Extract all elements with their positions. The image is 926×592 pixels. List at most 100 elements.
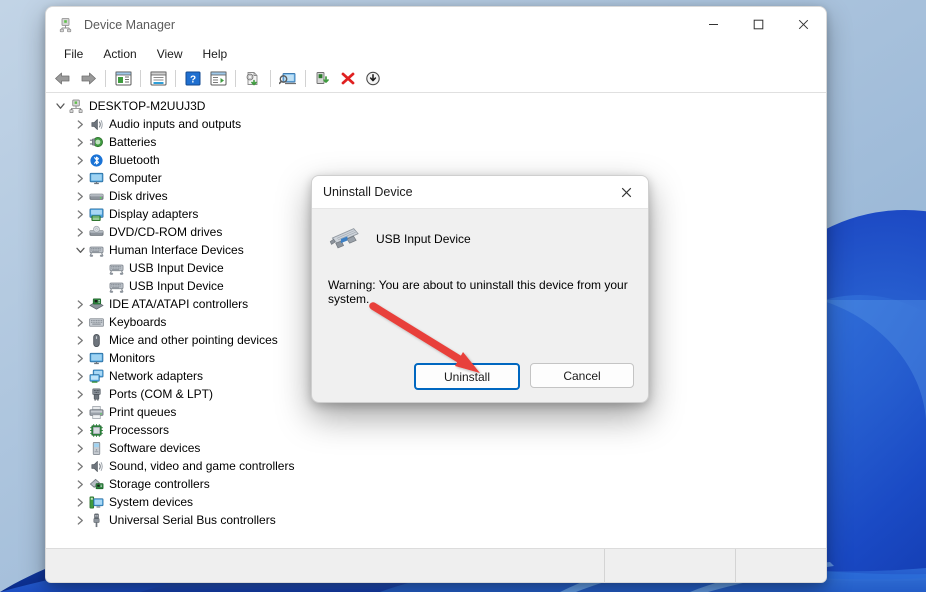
maximize-button[interactable]	[736, 7, 781, 42]
uninstall-device-dialog: Uninstall Device	[311, 175, 649, 403]
menu-help[interactable]: Help	[193, 45, 238, 63]
tree-item-label: Storage controllers	[109, 478, 210, 490]
dialog-warning-text: Warning: You are about to uninstall this…	[328, 278, 632, 306]
processor-icon	[88, 422, 105, 438]
toolbar-separator-6	[305, 70, 306, 87]
window-titlebar[interactable]: Device Manager	[46, 7, 826, 42]
tree-row[interactable]: Print queues	[46, 403, 826, 421]
chevron-right-icon[interactable]	[72, 133, 88, 151]
tree-row[interactable]: Audio inputs and outputs	[46, 115, 826, 133]
speaker-icon	[88, 116, 105, 132]
toolbar-separator-4	[235, 70, 236, 87]
tree-indent-spacer	[92, 259, 108, 277]
toolbar-forward[interactable]	[76, 67, 100, 90]
chevron-right-icon[interactable]	[72, 385, 88, 403]
uninstall-button[interactable]: Uninstall	[414, 363, 520, 390]
minimize-button[interactable]	[691, 7, 736, 42]
chevron-down-icon[interactable]	[72, 241, 88, 259]
toolbar-uninstall-device[interactable]	[336, 67, 360, 90]
tree-item-label: USB Input Device	[129, 280, 224, 292]
tree-item-label: Mice and other pointing devices	[109, 334, 278, 346]
keyboard-icon	[88, 314, 105, 330]
chevron-right-icon[interactable]	[72, 457, 88, 475]
tree-item-label: Processors	[109, 424, 169, 436]
chevron-right-icon[interactable]	[72, 331, 88, 349]
toolbar-properties[interactable]	[146, 67, 170, 90]
status-pane-tertiary	[736, 549, 826, 582]
tree-root-label: DESKTOP-M2UUJ3D	[89, 100, 205, 112]
tree-row[interactable]: Sound, video and game controllers	[46, 457, 826, 475]
menu-view[interactable]: View	[147, 45, 193, 63]
mouse-icon	[88, 332, 105, 348]
tree-item-label: Computer	[109, 172, 162, 184]
tree-item-label: DVD/CD-ROM drives	[109, 226, 222, 238]
tree-item-label: Keyboards	[109, 316, 166, 328]
toolbar-scan-hardware[interactable]	[276, 67, 300, 90]
chevron-right-icon[interactable]	[72, 475, 88, 493]
system-device-icon	[88, 494, 105, 510]
chevron-right-icon[interactable]	[72, 403, 88, 421]
close-button[interactable]	[781, 7, 826, 42]
tree-item-label: Ports (COM & LPT)	[109, 388, 213, 400]
chevron-right-icon[interactable]	[72, 511, 88, 529]
chevron-right-icon[interactable]	[72, 367, 88, 385]
toolbar-disable-device[interactable]	[361, 67, 385, 90]
chevron-right-icon[interactable]	[72, 349, 88, 367]
tree-item-label: Audio inputs and outputs	[109, 118, 241, 130]
chevron-right-icon[interactable]	[72, 187, 88, 205]
chevron-right-icon[interactable]	[72, 205, 88, 223]
tree-row[interactable]: Processors	[46, 421, 826, 439]
tree-row-root[interactable]: DESKTOP-M2UUJ3D	[46, 97, 826, 115]
device-manager-icon	[59, 17, 75, 33]
chevron-right-icon[interactable]	[72, 421, 88, 439]
tree-row[interactable]: Software devices	[46, 439, 826, 457]
menubar: File Action View Help	[46, 42, 826, 65]
bluetooth-icon	[88, 152, 105, 168]
chevron-right-icon[interactable]	[72, 493, 88, 511]
tree-row[interactable]: Universal Serial Bus controllers	[46, 511, 826, 529]
toolbar-enable-device[interactable]	[311, 67, 335, 90]
usb-icon	[88, 512, 105, 528]
menu-file[interactable]: File	[54, 45, 93, 63]
tree-row[interactable]: Storage controllers	[46, 475, 826, 493]
tree-row[interactable]: System devices	[46, 493, 826, 511]
ide-controller-icon	[88, 296, 105, 312]
speaker-icon	[88, 458, 105, 474]
chevron-down-icon[interactable]	[52, 97, 68, 115]
port-icon	[88, 386, 105, 402]
window-title: Device Manager	[84, 18, 175, 32]
chevron-right-icon[interactable]	[72, 151, 88, 169]
printer-icon	[88, 404, 105, 420]
software-device-icon	[88, 440, 105, 456]
computer-node-icon	[68, 98, 85, 114]
monitor-icon	[88, 350, 105, 366]
toolbar-back[interactable]	[51, 67, 75, 90]
dialog-device-name: USB Input Device	[376, 232, 471, 246]
cancel-button[interactable]: Cancel	[530, 363, 634, 388]
storage-controller-icon	[88, 476, 105, 492]
chevron-right-icon[interactable]	[72, 295, 88, 313]
toolbar-action-pane[interactable]	[206, 67, 230, 90]
toolbar-console-tree[interactable]	[111, 67, 135, 90]
caption-button-group	[691, 7, 826, 42]
hid-device-large-icon	[328, 225, 362, 253]
chevron-right-icon[interactable]	[72, 439, 88, 457]
tree-row[interactable]: Batteries	[46, 133, 826, 151]
dialog-body: USB Input Device Warning: You are about …	[312, 209, 648, 383]
chevron-right-icon[interactable]	[72, 169, 88, 187]
hid-icon	[108, 260, 125, 276]
status-pane-secondary	[605, 549, 736, 582]
chevron-right-icon[interactable]	[72, 313, 88, 331]
tree-row[interactable]: Bluetooth	[46, 151, 826, 169]
toolbar-update-driver[interactable]	[241, 67, 265, 90]
toolbar: ?	[46, 65, 826, 93]
dialog-button-group: Uninstall Cancel	[414, 363, 634, 390]
chevron-right-icon[interactable]	[72, 223, 88, 241]
tree-item-label: IDE ATA/ATAPI controllers	[109, 298, 248, 310]
toolbar-help[interactable]: ?	[181, 67, 205, 90]
tree-item-label: Software devices	[109, 442, 200, 454]
dialog-titlebar[interactable]: Uninstall Device	[312, 176, 648, 209]
dialog-close-icon[interactable]	[604, 176, 648, 208]
chevron-right-icon[interactable]	[72, 115, 88, 133]
menu-action[interactable]: Action	[93, 45, 146, 63]
